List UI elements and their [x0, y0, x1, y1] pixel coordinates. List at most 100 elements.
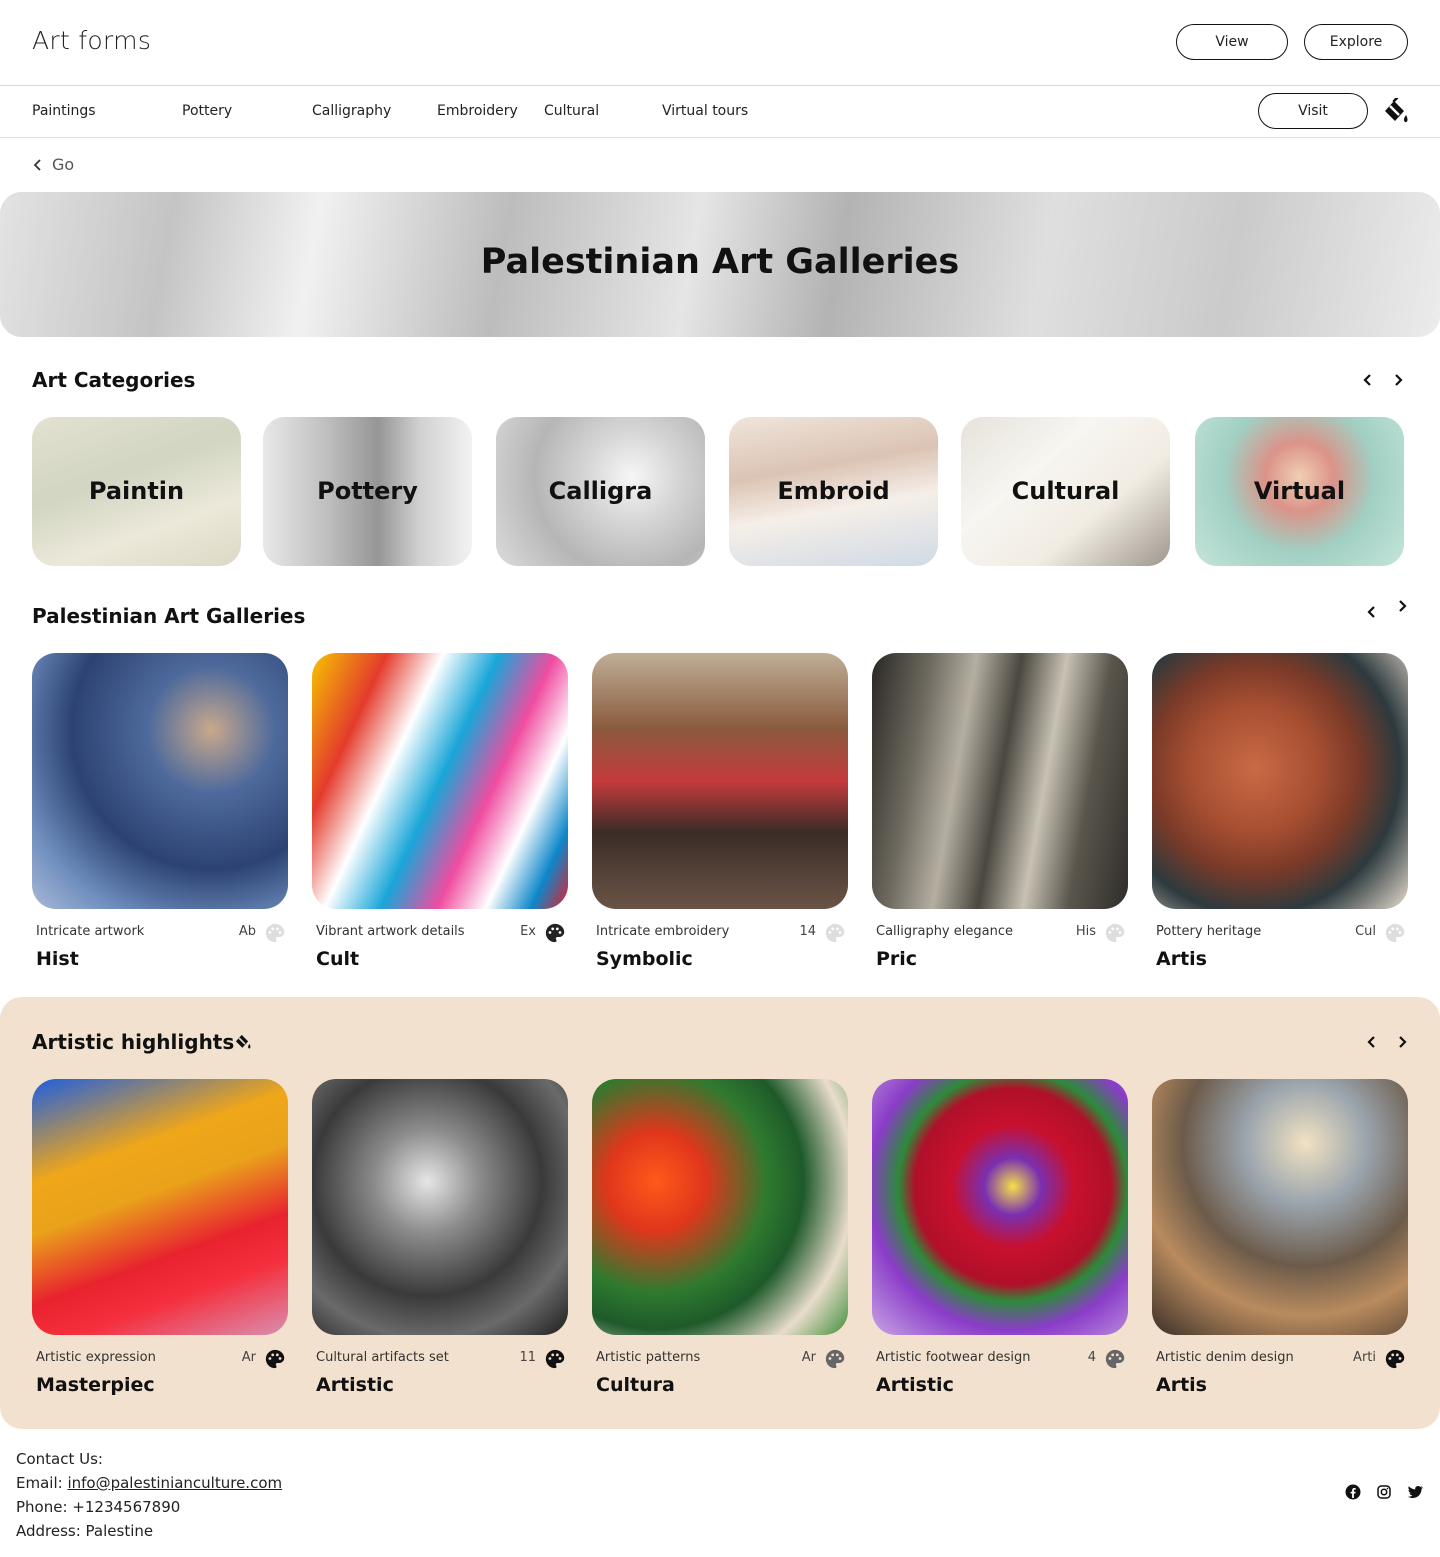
nav-item-calligraphy[interactable]: Calligraphy [312, 103, 391, 119]
chevron-right-icon[interactable] [1394, 1034, 1410, 1050]
highlights-heading: Artistic highlights [32, 1030, 252, 1054]
highlight-card[interactable]: Artistic footwear design 4 Artistic [872, 1079, 1128, 1396]
card-tag: Cul [1355, 924, 1376, 939]
instagram-icon[interactable] [1375, 1483, 1393, 1501]
nav-item-embroidery[interactable]: Embroidery [437, 103, 518, 119]
back-label: Go [52, 155, 75, 174]
card-description: Pottery heritage [1156, 924, 1262, 939]
category-card-paintings[interactable]: Paintin [32, 417, 241, 566]
footer-contact: Contact Us: Email: info@palestiniancultu… [16, 1447, 282, 1543]
card-description: Artistic denim design [1156, 1350, 1294, 1365]
category-label: Paintin [88, 477, 185, 505]
palette-icon[interactable] [544, 1348, 566, 1370]
palette-icon[interactable] [1384, 1348, 1406, 1370]
chevron-right-icon[interactable] [1394, 598, 1410, 614]
card-title: Artistic [876, 1374, 954, 1396]
palette-icon[interactable] [264, 922, 286, 944]
category-label: Embroid [777, 477, 890, 505]
brand-title[interactable]: Art forms [32, 26, 151, 55]
chevron-left-icon[interactable] [1364, 1034, 1380, 1050]
gallery-card[interactable]: Calligraphy elegance His Pric [872, 653, 1128, 970]
chevron-left-icon[interactable] [1360, 372, 1376, 388]
category-label: Virtual [1253, 477, 1346, 505]
card-title: Cult [316, 948, 360, 970]
twitter-icon[interactable] [1406, 1483, 1424, 1501]
gallery-card[interactable]: Pottery heritage Cul Artis [1152, 653, 1408, 970]
card-tag: Ab [238, 924, 256, 939]
palette-icon[interactable] [1104, 1348, 1126, 1370]
palette-icon[interactable] [1384, 922, 1406, 944]
highlights-arrows [1364, 1034, 1410, 1050]
card-description: Artistic footwear design [876, 1350, 1031, 1365]
highlight-image [32, 1079, 288, 1335]
view-button[interactable]: View [1176, 24, 1288, 60]
chevron-right-icon[interactable] [1390, 372, 1406, 388]
card-description: Cultural artifacts set [316, 1350, 449, 1365]
card-tag: 14 [799, 924, 816, 939]
email-line: Email: info@palestinianculture.com [16, 1471, 282, 1495]
hero-title: Palestinian Art Galleries [480, 242, 960, 282]
card-title: Cultura [596, 1374, 675, 1396]
categories-arrows [1360, 372, 1406, 388]
palette-icon[interactable] [824, 1348, 846, 1370]
category-card-pottery[interactable]: Pottery [263, 417, 472, 566]
category-nav: Paintings Pottery Calligraphy Embroidery… [0, 86, 1440, 138]
nav-item-virtual-tours[interactable]: Virtual tours [662, 103, 748, 119]
card-tag: Ar [241, 1350, 256, 1365]
paint-bucket-icon[interactable] [1382, 98, 1410, 126]
gallery-image [872, 653, 1128, 909]
gallery-image [32, 653, 288, 909]
card-tag: Ex [520, 924, 536, 939]
card-description: Intricate artwork [36, 924, 145, 939]
highlight-card[interactable]: Artistic expression Ar Masterpiec [32, 1079, 288, 1396]
card-description: Intricate embroidery [596, 924, 730, 939]
highlight-card[interactable]: Artistic denim design Arti Artis [1152, 1079, 1408, 1396]
back-link[interactable]: Go [32, 155, 74, 174]
social-links [1344, 1483, 1424, 1501]
phone-line: Phone: +1234567890 [16, 1498, 181, 1516]
gallery-image [1152, 653, 1408, 909]
nav-item-pottery[interactable]: Pottery [182, 103, 232, 119]
nav-item-paintings[interactable]: Paintings [32, 103, 96, 119]
category-card-cultural[interactable]: Cultural [961, 417, 1170, 566]
gallery-image [592, 653, 848, 909]
contact-heading: Contact Us: [16, 1450, 103, 1468]
gallery-card[interactable]: Intricate artwork Ab Hist [32, 653, 288, 970]
palette-icon[interactable] [1104, 922, 1126, 944]
gallery-card[interactable]: Vibrant artwork details Ex Cult [312, 653, 568, 970]
highlight-image [872, 1079, 1128, 1335]
categories-title: Art Categories [32, 368, 196, 392]
nav-item-cultural[interactable]: Cultural [544, 103, 599, 119]
facebook-icon[interactable] [1344, 1483, 1362, 1501]
hero-banner: Palestinian Art Galleries [0, 192, 1440, 337]
category-label: Cultural [1011, 477, 1120, 505]
visit-button[interactable]: Visit [1258, 93, 1368, 129]
card-title: Hist [36, 948, 79, 970]
card-tag: 4 [1087, 1350, 1096, 1365]
category-card-virtual[interactable]: Virtual [1195, 417, 1404, 566]
card-title: Artistic [316, 1374, 394, 1396]
card-description: Calligraphy elegance [876, 924, 1013, 939]
card-title: Pric [876, 948, 918, 970]
category-card-embroidery[interactable]: Embroid [729, 417, 938, 566]
card-title: Masterpiec [36, 1374, 155, 1396]
highlight-image [312, 1079, 568, 1335]
highlights-title: Artistic highlights [32, 1030, 235, 1054]
highlight-image [592, 1079, 848, 1335]
gallery-card[interactable]: Intricate embroidery 14 Symbolic [592, 653, 848, 970]
card-description: Vibrant artwork details [316, 924, 465, 939]
palette-icon[interactable] [824, 922, 846, 944]
gallery-image [312, 653, 568, 909]
address-line: Address: Palestine [16, 1522, 154, 1540]
email-link[interactable]: info@palestinianculture.com [67, 1474, 282, 1492]
highlight-card[interactable]: Cultural artifacts set 11 Artistic [312, 1079, 568, 1396]
category-card-calligraphy[interactable]: Calligra [496, 417, 705, 566]
chevron-left-icon [33, 158, 41, 171]
palette-icon[interactable] [264, 1348, 286, 1370]
palette-icon[interactable] [544, 922, 566, 944]
chevron-left-icon[interactable] [1364, 604, 1380, 620]
highlight-card[interactable]: Artistic patterns Ar Cultura [592, 1079, 848, 1396]
highlight-image [1152, 1079, 1408, 1335]
category-label: Calligra [548, 477, 653, 505]
explore-button[interactable]: Explore [1304, 24, 1408, 60]
